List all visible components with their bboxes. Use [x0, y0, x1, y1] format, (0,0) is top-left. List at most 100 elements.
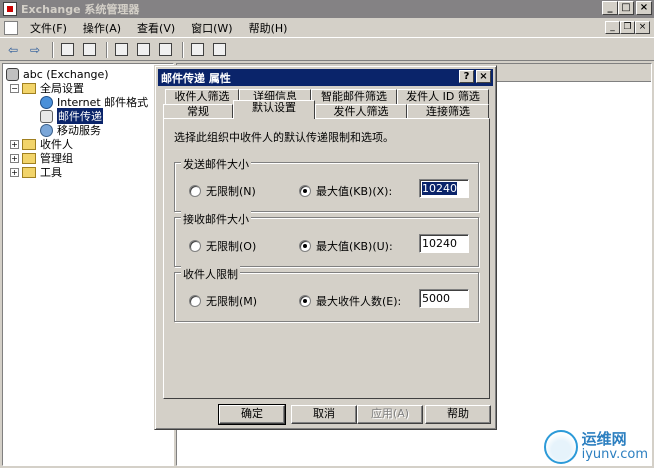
minimize-button[interactable]: _ — [602, 1, 618, 15]
group-label: 发送邮件大小 — [181, 156, 251, 172]
maximize-button[interactable]: □ — [618, 1, 634, 15]
mail-delivery-icon — [40, 109, 53, 123]
collapse-icon[interactable]: − — [10, 83, 19, 93]
mobile-services-icon — [40, 123, 53, 137]
tree-item-mobile-services[interactable]: 移动服务 — [40, 123, 101, 137]
expand-icon[interactable]: + — [10, 167, 19, 177]
console-tree[interactable]: abc (Exchange) − 全局设置 Internet 邮件格式 邮件传递… — [2, 63, 174, 466]
tree-item-label: 工具 — [40, 166, 62, 179]
mdi-restore-button[interactable]: ❐ — [620, 21, 635, 34]
tree-item-recipients[interactable]: + 收件人 — [10, 137, 73, 151]
expand-icon[interactable]: + — [10, 153, 19, 163]
toolbar-separator — [52, 41, 54, 58]
recipient-max-input[interactable]: 5000 — [419, 289, 469, 308]
dialog-close-button[interactable]: × — [476, 70, 491, 83]
mdi-minimize-button[interactable]: _ — [605, 21, 620, 34]
dialog-title: 邮件传递 属性 — [161, 71, 231, 85]
up-folder-icon[interactable] — [58, 41, 76, 59]
tree-item-label: abc (Exchange) — [23, 67, 109, 81]
send-max-option[interactable]: 最大值(KB)(X): — [299, 183, 392, 199]
folder-icon — [22, 166, 36, 178]
help-icon[interactable] — [188, 41, 206, 59]
close-button[interactable]: × — [636, 1, 652, 15]
menu-file[interactable]: 文件(F) — [22, 20, 75, 36]
default-settings-panel: 选择此组织中收件人的默认传递限制和选项。 发送邮件大小 无限制(N) 最大值(K… — [163, 118, 490, 399]
panel-description: 选择此组织中收件人的默认传递限制和选项。 — [174, 131, 394, 144]
tree-item-admin-groups[interactable]: + 管理组 — [10, 151, 73, 165]
menu-action[interactable]: 操作(A) — [75, 20, 129, 36]
document-icon[interactable] — [4, 20, 18, 35]
radio-button[interactable] — [299, 295, 311, 307]
export-list-icon[interactable] — [156, 41, 174, 59]
menu-view[interactable]: 查看(V) — [129, 20, 183, 36]
dialog-help-button[interactable]: ? — [459, 70, 474, 83]
radio-label: 无限制(N) — [206, 185, 256, 198]
apply-button[interactable]: 应用(A) — [357, 405, 423, 424]
watermark-en: iyunv.com — [581, 447, 648, 462]
tree-item-internet-format[interactable]: Internet 邮件格式 — [40, 95, 148, 109]
tab-sender-id-filter[interactable]: 发件人 ID 筛选 — [397, 89, 489, 105]
radio-button[interactable] — [299, 185, 311, 197]
recipient-unlimited-option[interactable]: 无限制(M) — [189, 293, 257, 309]
radio-label: 无限制(O) — [206, 240, 257, 253]
receive-max-option[interactable]: 最大值(KB)(U): — [299, 238, 393, 254]
tab-recipient-filter[interactable]: 收件人筛选 — [165, 89, 239, 105]
input-value: 10240 — [422, 182, 457, 195]
tree-item-root[interactable]: abc (Exchange) — [6, 67, 109, 81]
radio-label: 最大值(KB)(U): — [316, 240, 393, 253]
radio-button[interactable] — [189, 295, 201, 307]
receive-max-input[interactable]: 10240 — [419, 234, 469, 253]
mdi-controls: _ ❐ × — [605, 21, 650, 34]
group-label: 收件人限制 — [181, 266, 240, 282]
recipient-limit-group: 收件人限制 无限制(M) 最大收件人数(E): 5000 — [174, 266, 479, 322]
cancel-button[interactable]: 取消 — [291, 405, 357, 424]
folder-icon — [22, 138, 36, 150]
watermark-text: 运维网 iyunv.com — [582, 431, 648, 463]
receive-size-group: 接收邮件大小 无限制(O) 最大值(KB)(U): 10240 — [174, 211, 479, 267]
radio-label: 最大值(KB)(X): — [316, 185, 393, 198]
send-unlimited-option[interactable]: 无限制(N) — [189, 183, 256, 199]
radio-button[interactable] — [189, 240, 201, 252]
window-title: Exchange 系统管理器 — [21, 3, 140, 16]
group-label: 接收邮件大小 — [181, 211, 251, 227]
radio-label: 无限制(M) — [206, 295, 258, 308]
show-hide-tree-icon[interactable] — [80, 41, 98, 59]
dialog-title-buttons: ? × — [459, 70, 491, 83]
window-titlebar: Exchange 系统管理器 _ □ × — [0, 0, 654, 18]
radio-label: 最大收件人数(E): — [316, 295, 402, 308]
window-controls: _ □ × — [602, 1, 652, 15]
watermark-logo-icon — [543, 430, 578, 464]
properties-icon[interactable] — [112, 41, 130, 59]
folder-icon — [22, 82, 36, 94]
organization-icon — [6, 67, 19, 81]
radio-button[interactable] — [189, 185, 201, 197]
properties-dialog: 邮件传递 属性 ? × 收件人筛选 详细信息 智能邮件筛选 发件人 ID 筛选 … — [154, 65, 497, 430]
refresh-icon[interactable] — [134, 41, 152, 59]
send-size-group: 发送邮件大小 无限制(N) 最大值(KB)(X): 10240 — [174, 156, 479, 212]
menu-help[interactable]: 帮助(H) — [241, 20, 296, 36]
receive-unlimited-option[interactable]: 无限制(O) — [189, 238, 256, 254]
menu-window[interactable]: 窗口(W) — [183, 20, 240, 36]
toolbar: ⇦ ⇨ — [0, 39, 654, 61]
expand-icon[interactable]: + — [10, 139, 19, 149]
watermark-cn: 运维网 — [581, 430, 627, 448]
mdi-close-button[interactable]: × — [635, 21, 650, 34]
send-max-input[interactable]: 10240 — [419, 179, 469, 198]
tree-item-global-settings[interactable]: − 全局设置 — [10, 81, 84, 95]
globe-icon — [40, 95, 53, 109]
tab-default-settings[interactable]: 默认设置 — [233, 100, 315, 119]
forward-arrow-icon[interactable]: ⇨ — [26, 41, 44, 59]
tab-intelligent-filter[interactable]: 智能邮件筛选 — [311, 89, 397, 105]
help-button[interactable]: 帮助 — [425, 405, 491, 424]
ok-button[interactable]: 确定 — [218, 404, 286, 425]
back-arrow-icon[interactable]: ⇦ — [4, 41, 22, 59]
exchange-app-icon — [3, 2, 17, 16]
tree-item-mail-delivery[interactable]: 邮件传递 — [40, 108, 103, 124]
input-value: 10240 — [422, 237, 457, 250]
recipient-max-option[interactable]: 最大收件人数(E): — [299, 293, 401, 309]
watermark: 运维网 iyunv.com — [543, 430, 648, 464]
console-icon[interactable] — [210, 41, 228, 59]
toolbar-separator — [106, 41, 108, 58]
tree-item-tools[interactable]: + 工具 — [10, 165, 62, 179]
radio-button[interactable] — [299, 240, 311, 252]
